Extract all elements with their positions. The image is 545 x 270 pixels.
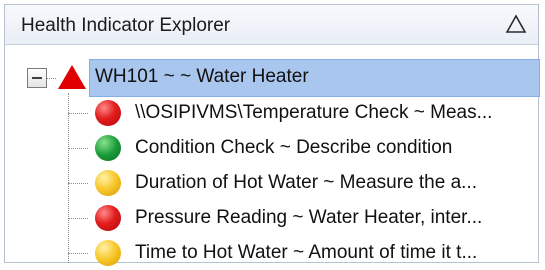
collapse-panel-button[interactable] (504, 12, 528, 36)
tree-node-label: WH101 ~ ~ Water Heater (95, 66, 309, 87)
status-yellow-icon (95, 240, 121, 266)
tree-item-label: Duration of Hot Water ~ Measure the a... (135, 172, 477, 193)
tree-item-label: Time to Hot Water ~ Amount of time it t.… (135, 242, 478, 263)
collapse-node-toggle[interactable] (27, 68, 47, 88)
status-red-icon (95, 205, 121, 231)
tree-item-label: Pressure Reading ~ Water Heater, inter..… (135, 207, 483, 228)
status-red-icon (95, 100, 121, 126)
tree-item[interactable]: Duration of Hot Water ~ Measure the a... (5, 166, 538, 200)
tree-item-label: Condition Check ~ Describe condition (135, 137, 453, 158)
tree-node-root[interactable]: WH101 ~ ~ Water Heater (17, 59, 540, 97)
health-tree: WH101 ~ ~ Water Heater \\OSIPIVMS\Temper… (5, 45, 540, 266)
status-green-icon (95, 135, 121, 161)
tree-item[interactable]: Condition Check ~ Describe condition (5, 131, 538, 165)
tree-item[interactable]: Pressure Reading ~ Water Heater, inter..… (5, 201, 538, 235)
warning-triangle-icon (57, 64, 87, 95)
panel-header: Health Indicator Explorer (5, 5, 538, 45)
tree-item[interactable]: Time to Hot Water ~ Amount of time it t.… (5, 236, 538, 270)
tree-item-label: \\OSIPIVMS\Temperature Check ~ Meas... (135, 102, 493, 123)
status-yellow-icon (95, 170, 121, 196)
panel-title: Health Indicator Explorer (21, 15, 231, 36)
tree-item[interactable]: \\OSIPIVMS\Temperature Check ~ Meas... (5, 96, 538, 130)
health-indicator-explorer-panel: Health Indicator Explorer WH101 ~ ~ Wate… (4, 4, 540, 266)
triangle-up-outline-icon (505, 14, 527, 33)
